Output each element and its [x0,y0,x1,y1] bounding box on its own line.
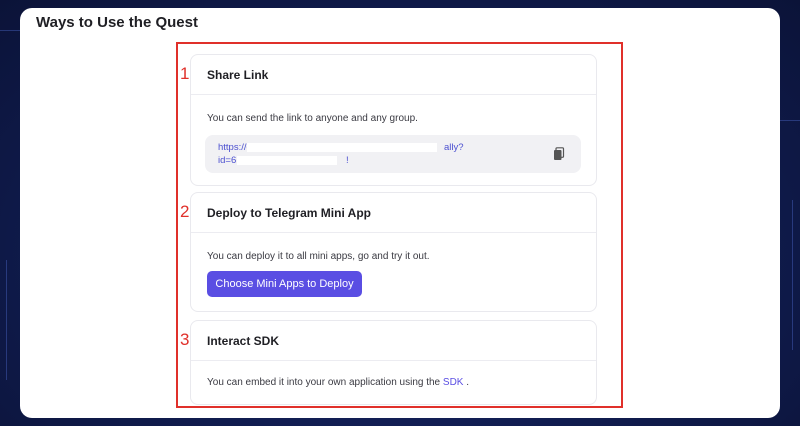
step-number: 3 [180,330,190,349]
share-link-card: 1 Share Link You can send the link to an… [180,54,597,186]
card-title: Share Link [207,68,269,82]
card-description: You can embed it into your own applicati… [207,377,469,388]
card-header: 1 Share Link [180,55,596,95]
ways-to-use-panel: Ways to Use the Quest 1 Share Link You c… [20,8,780,418]
panel-title: Ways to Use the Quest [36,14,198,31]
step-number: 2 [180,202,190,221]
link-line2-end: ! [346,155,349,166]
card-header: 3 Interact SDK [180,321,596,361]
share-link-box[interactable]: https://d ally? id=6 ! [205,135,581,173]
sdk-link[interactable]: SDK [443,377,464,388]
background-line [780,120,800,121]
redaction-bar [247,143,437,152]
step-number: 1 [180,64,190,83]
card-description: You can deploy it to all mini apps, go a… [207,251,430,262]
link-line2-start: id=6 [218,155,237,166]
background-line [0,30,20,31]
background-line [6,260,7,380]
copy-icon[interactable] [553,147,565,161]
choose-mini-apps-button[interactable]: Choose Mini Apps to Deploy [207,271,362,297]
link-line1-end: ally? [444,142,464,153]
card-title: Interact SDK [207,334,280,348]
deploy-card: 2 Deploy to Telegram Mini App You can de… [180,192,597,312]
card-description: You can send the link to anyone and any … [207,113,418,124]
description-suffix: . [466,377,470,388]
background-line [792,200,793,350]
redaction-bar [237,156,337,165]
description-prefix: You can embed it into your own applicati… [207,377,441,388]
card-header: 2 Deploy to Telegram Mini App [180,193,596,233]
card-title: Deploy to Telegram Mini App [207,206,372,220]
highlight-frame: 1 Share Link You can send the link to an… [176,42,623,408]
interact-sdk-card: 3 Interact SDK You can embed it into you… [180,320,597,405]
